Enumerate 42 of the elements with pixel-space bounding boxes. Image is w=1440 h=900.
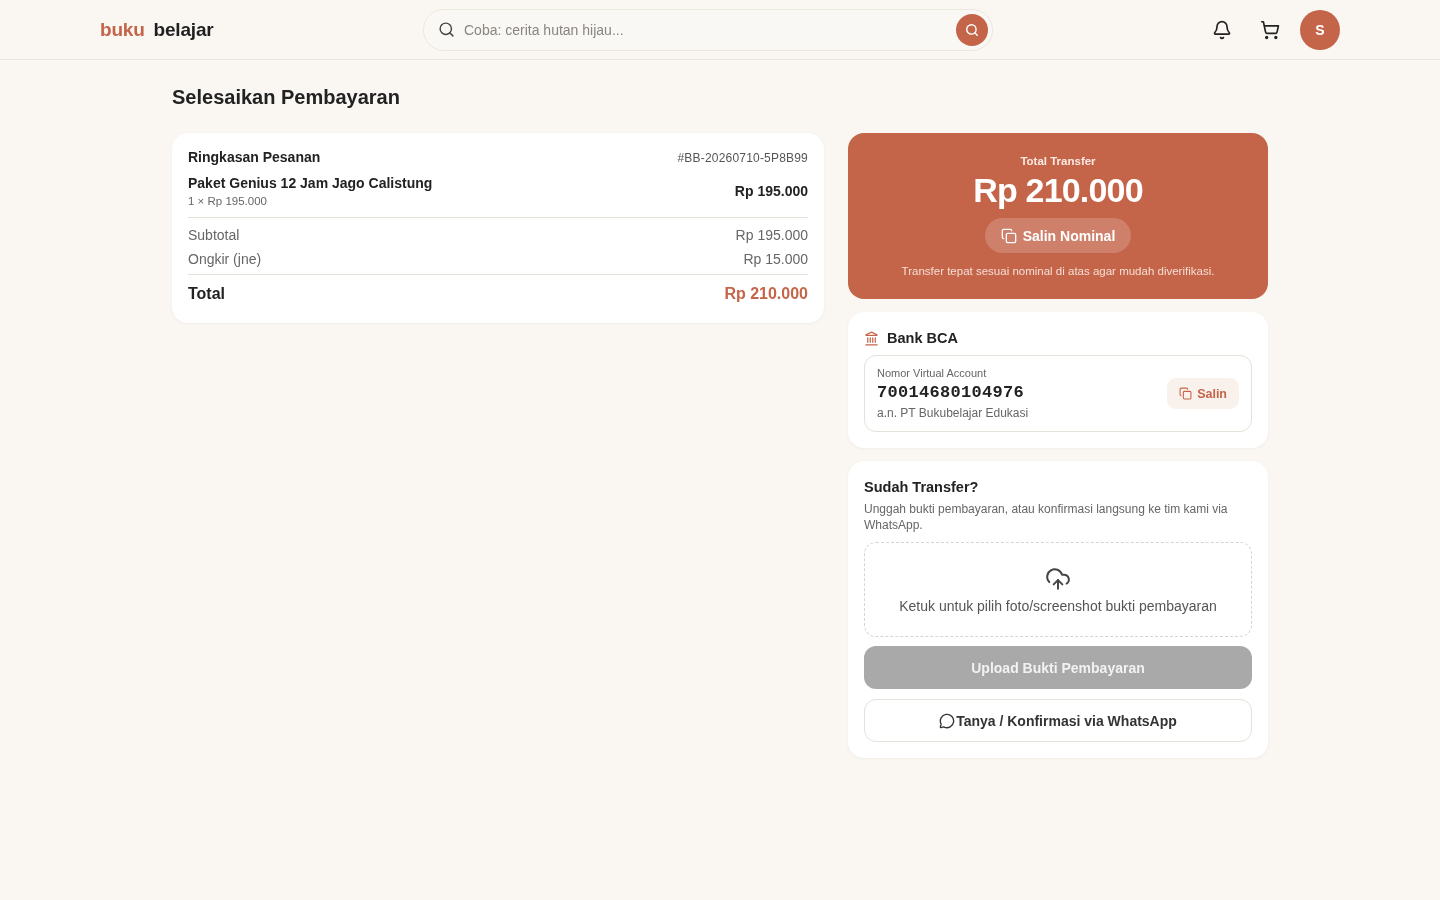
- transfer-note: Transfer tepat sesuai nominal di atas agar mudah diverifikasi.: [901, 265, 1215, 277]
- whatsapp-button[interactable]: Tanya / Konfirmasi via WhatsApp: [864, 699, 1252, 742]
- bank-icon: [864, 330, 879, 346]
- account-label: Nomor Virtual Account: [877, 367, 988, 379]
- notifications-button[interactable]: [1212, 19, 1232, 40]
- card-title: Sudah Transfer?: [864, 479, 980, 495]
- search-icon: [438, 21, 455, 38]
- total-label: Total: [188, 285, 226, 303]
- card-title: Ringkasan Pesanan: [188, 149, 321, 165]
- cost-value: Rp 15.000: [743, 251, 808, 267]
- bell-icon: [1212, 19, 1232, 40]
- logo-text: belajar: [153, 18, 214, 41]
- total-value: Rp 210.000: [724, 285, 808, 303]
- cart-icon: [1260, 19, 1280, 40]
- transfer-amount: Rp 210.000: [973, 171, 1143, 210]
- order-id: #BB-20260710-5P8B99: [677, 151, 808, 165]
- upload-dropzone[interactable]: Ketuk untuk pilih foto/screenshot bukti pembayaran: [864, 542, 1252, 637]
- bank-name: Bank BCA: [887, 330, 958, 346]
- logo-text: buku: [100, 18, 145, 41]
- cost-value: Rp 195.000: [735, 227, 808, 243]
- page-title: Selesaikan Pembayaran: [172, 86, 401, 109]
- copy-amount-button[interactable]: Salin Nominal: [984, 218, 1132, 253]
- search-button[interactable]: [956, 13, 988, 46]
- transfer-label: Total Transfer: [1020, 155, 1096, 167]
- copy-icon: [1000, 227, 1017, 244]
- item-price: Rp 195.000: [734, 183, 808, 199]
- copy-button[interactable]: Salin: [1167, 378, 1239, 409]
- copy-icon: [1179, 387, 1193, 400]
- cloud-upload-icon: [1045, 565, 1071, 592]
- chat-bubble-icon: [939, 712, 956, 729]
- avatar[interactable]: S: [1300, 9, 1340, 50]
- search-field[interactable]: Coba: cerita hutan hijau...: [423, 8, 993, 51]
- cost-label: Ongkir (jne): [188, 251, 262, 267]
- search-icon: [965, 22, 979, 37]
- account-holder: a.n. PT Bukubelajar Edukasi: [877, 406, 1029, 420]
- card-description: Unggah bukti pembayaran, atau konfirmasi langsung ke tim kami via WhatsApp.: [864, 501, 1229, 533]
- item-quantity: 1 × Rp 195.000: [188, 195, 268, 207]
- cost-label: Subtotal: [188, 227, 240, 243]
- item-name: Paket Genius 12 Jam Jago Calistung: [188, 175, 433, 191]
- account-number: 70014680104976: [877, 383, 1026, 402]
- cart-button[interactable]: [1260, 19, 1280, 40]
- search-input[interactable]: Coba: cerita hutan hijau...: [464, 14, 947, 45]
